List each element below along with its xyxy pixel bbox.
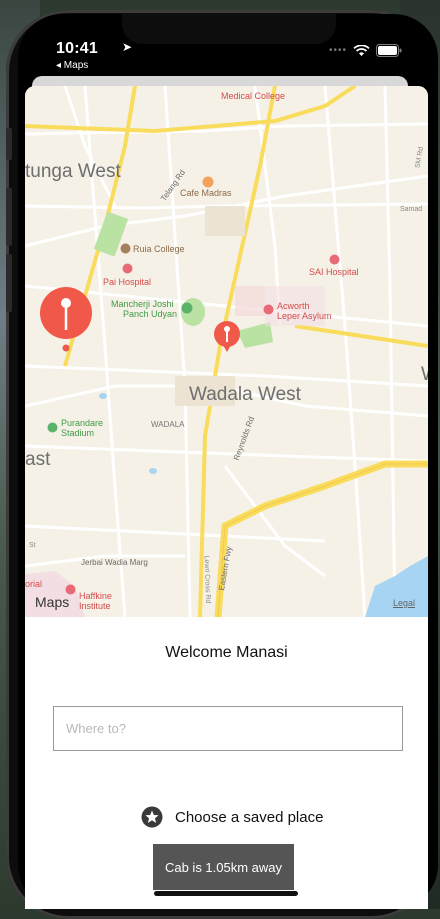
poi-purandare-line1: Purandare [61, 418, 104, 428]
welcome-heading: Welcome Manasi [165, 644, 288, 661]
area-label-east: ast [25, 449, 51, 470]
cafe-icon [202, 176, 214, 188]
area-label-w-edge: W [421, 364, 428, 386]
poi-acworth-line1: Acworth [277, 301, 310, 311]
where-to-input[interactable] [54, 707, 402, 750]
poi-medical-college: Medical College [221, 91, 286, 101]
legal-link[interactable]: Legal [393, 598, 415, 608]
poi-haffkine-line2: Institute [79, 601, 111, 611]
saved-place-label: Choose a saved place [175, 808, 324, 826]
poi-mancherji-line2: Panch Udyan [123, 309, 178, 319]
road-label-jerbai-wadia: Jerbai Wadia Marg [81, 558, 148, 567]
poi-purandare-line2: Stadium [61, 428, 95, 438]
volume-up-button [6, 188, 12, 246]
maps-attribution: Maps [35, 594, 69, 610]
maps-logo-text: Maps [35, 594, 70, 610]
home-indicator[interactable] [154, 891, 298, 896]
map-view[interactable]: Medical College tunga West Telang Rd Caf… [25, 86, 428, 617]
poi-orial: orial [25, 579, 43, 589]
poi-sai-hospital: SAI Hospital [309, 267, 359, 277]
area-label-wadala: WADALA [151, 420, 185, 429]
volume-down-button [6, 254, 12, 312]
notch [122, 14, 336, 44]
star-icon [141, 806, 163, 828]
area-label-matunga-west: tunga West [25, 161, 121, 182]
asylum-icon [263, 304, 274, 315]
cab-location-pin-icon[interactable] [213, 320, 241, 354]
road-label-samad: Samad [400, 206, 423, 213]
stadium-icon [47, 422, 58, 433]
area-label-wadala-west: Wadala West [189, 384, 301, 405]
college-icon [120, 243, 131, 254]
cab-status-button[interactable]: Cab is 1.05km away [153, 844, 294, 890]
choose-saved-place-button[interactable]: Choose a saved place [141, 806, 323, 828]
wifi-icon [353, 44, 370, 56]
poi-haffkine-line1: Haffkine [79, 591, 112, 601]
back-to-app-link[interactable]: ◂ Maps [56, 60, 88, 71]
road-label-st: St [29, 542, 36, 549]
poi-acworth-line2: Leper Asylum [277, 311, 332, 321]
hospital-icon [122, 263, 133, 274]
mute-switch [6, 128, 12, 160]
battery-icon [376, 44, 402, 57]
status-time: 10:41 [56, 40, 98, 57]
location-arrow-icon: ➤ [122, 40, 133, 54]
signal-dots-icon: •••• [328, 45, 347, 56]
poi-pai-hospital: Pai Hospital [103, 277, 152, 287]
poi-ruia-college: Ruia College [133, 244, 185, 254]
status-indicators: •••• [329, 44, 402, 57]
current-location-pin-icon[interactable] [39, 286, 93, 356]
modal-sheet: Medical College tunga West Telang Rd Caf… [25, 86, 428, 909]
where-to-field[interactable] [53, 706, 403, 751]
hospital-icon-2 [329, 254, 340, 265]
park-icon [181, 302, 193, 314]
poi-mancherji-line1: Mancherji Joshi [111, 299, 174, 309]
poi-cafe-madras: Cafe Madras [180, 188, 232, 198]
